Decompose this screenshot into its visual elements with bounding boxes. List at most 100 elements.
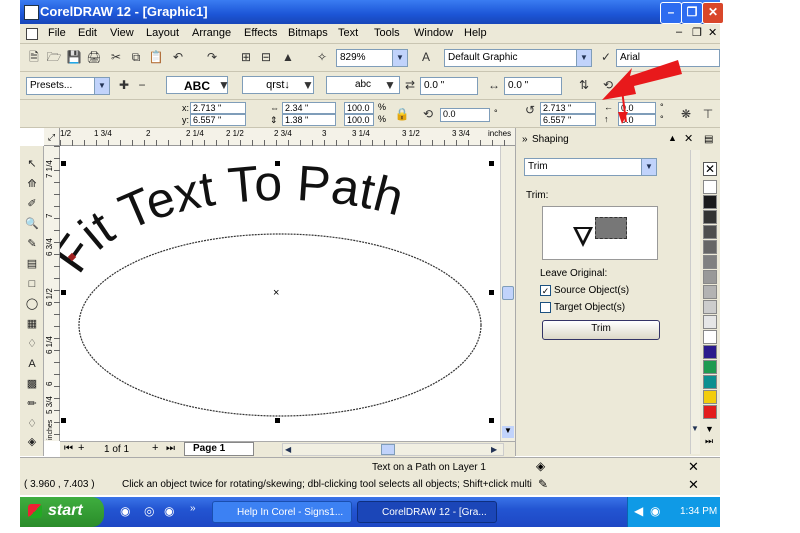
color-swatch[interactable] bbox=[703, 300, 717, 314]
selection-handle[interactable] bbox=[489, 161, 494, 166]
horizontal-ruler[interactable]: 1/2 1 3/4 2 2 1/4 2 1/2 2 3/4 3 3 1/4 3 … bbox=[60, 128, 515, 146]
tray-expand-icon[interactable]: ◀ bbox=[634, 504, 643, 518]
new-icon[interactable]: 🗎 bbox=[26, 49, 42, 65]
smart-fill-tool-icon[interactable]: ▤ bbox=[23, 256, 41, 273]
add-page-icon[interactable]: + bbox=[78, 442, 84, 454]
x-position-field[interactable]: 2.713 " bbox=[190, 102, 246, 114]
selection-handle[interactable] bbox=[61, 418, 66, 423]
color-swatch[interactable] bbox=[703, 315, 717, 329]
mirror-text-icon[interactable]: ⇅ bbox=[576, 77, 592, 93]
menu-window[interactable]: Window bbox=[414, 27, 453, 39]
color-swatch[interactable] bbox=[703, 345, 717, 359]
outline-tool-icon[interactable]: ♢ bbox=[23, 416, 41, 433]
color-swatch[interactable] bbox=[703, 180, 717, 194]
menu-bitmaps[interactable]: Bitmaps bbox=[288, 27, 328, 39]
drawing-canvas[interactable]: Fit Text To Path × bbox=[60, 146, 500, 441]
doc-minimize-button[interactable]: – bbox=[676, 26, 682, 38]
chevron-down-icon[interactable]: ▼ bbox=[94, 78, 109, 94]
menu-tools[interactable]: Tools bbox=[374, 27, 400, 39]
height-field[interactable]: 1.38 " bbox=[282, 114, 336, 126]
undo-icon[interactable]: ↶ bbox=[170, 49, 186, 65]
vertical-scrollbar[interactable]: ▼ bbox=[500, 146, 515, 441]
basic-shapes-tool-icon[interactable]: ♢ bbox=[23, 336, 41, 353]
vertical-ruler[interactable]: 7 1/4 7 6 3/4 6 1/2 6 1/4 6 5 3/4 inches bbox=[44, 146, 60, 441]
scroll-thumb[interactable] bbox=[502, 286, 514, 300]
color-swatch[interactable] bbox=[703, 240, 717, 254]
source-objects-checkbox[interactable]: ✓ bbox=[540, 285, 551, 296]
y2-field[interactable]: 6.557 " bbox=[540, 114, 596, 126]
doc-close-button[interactable]: ✕ bbox=[708, 26, 717, 39]
selection-handle[interactable] bbox=[489, 418, 494, 423]
interactive-blend-tool-icon[interactable]: ▩ bbox=[23, 376, 41, 393]
chevron-down-icon[interactable]: ▼ bbox=[216, 77, 232, 93]
presets-combo[interactable]: Presets... ▼ bbox=[26, 77, 110, 95]
fit-text-to-path[interactable]: Fit Text To Path bbox=[60, 155, 409, 282]
start-button[interactable]: start bbox=[20, 497, 104, 527]
scroll-right-icon[interactable]: ▶ bbox=[491, 445, 501, 455]
export-icon[interactable]: ⊟ bbox=[258, 49, 274, 65]
add-preset-icon[interactable]: ✚ bbox=[116, 77, 132, 93]
text-tool-icon[interactable]: A bbox=[23, 356, 41, 373]
quick-launch-expand-icon[interactable]: » bbox=[190, 503, 196, 514]
doc-restore-button[interactable]: ❐ bbox=[692, 26, 702, 39]
chevron-down-icon[interactable]: ▼ bbox=[576, 50, 591, 66]
menu-text[interactable]: Text bbox=[338, 27, 358, 39]
palette-scroll-end-icon[interactable]: ⏭ bbox=[705, 436, 713, 447]
last-page-icon[interactable]: ⏭ bbox=[166, 443, 175, 454]
add-page-after-icon[interactable]: + bbox=[152, 442, 158, 454]
cut-icon[interactable]: ✂ bbox=[108, 49, 124, 65]
ellipse-path[interactable] bbox=[78, 233, 482, 417]
zoom-tool-icon[interactable]: 🔍 bbox=[23, 216, 41, 233]
welcome-screen-icon[interactable]: ✧ bbox=[314, 49, 330, 65]
distance-from-path-field[interactable]: 0.0 " bbox=[420, 77, 478, 95]
freehand-tool-icon[interactable]: ✎ bbox=[23, 236, 41, 253]
fill-indicator-icon[interactable]: ◈ bbox=[536, 459, 545, 473]
ruler-origin-icon[interactable]: ⤢ bbox=[44, 128, 60, 146]
open-icon[interactable]: 🗁 bbox=[46, 49, 62, 65]
save-icon[interactable]: 💾 bbox=[66, 49, 82, 65]
selection-handle[interactable] bbox=[61, 161, 66, 166]
horizontal-offset-field[interactable]: 0.0 " bbox=[504, 77, 562, 95]
close-button[interactable]: ✕ bbox=[702, 2, 724, 24]
taskbar-item-help[interactable]: Help In Corel - Signs1... bbox=[212, 501, 352, 523]
polygon-tool-icon[interactable]: ▦ bbox=[23, 316, 41, 333]
eyedropper-tool-icon[interactable]: ✏ bbox=[23, 396, 41, 413]
palette-scroll-down-icon[interactable]: ▼ bbox=[705, 424, 714, 434]
quick-launch-media-icon[interactable]: ◉ bbox=[164, 504, 174, 518]
menu-edit[interactable]: Edit bbox=[78, 27, 97, 39]
first-page-icon[interactable]: ⏮ bbox=[64, 443, 73, 454]
docker-pin-icon[interactable]: ⊤ bbox=[700, 106, 716, 122]
color-swatch[interactable] bbox=[703, 390, 717, 404]
trim-button[interactable]: Trim bbox=[542, 320, 660, 340]
remove-preset-icon[interactable]: − bbox=[134, 77, 150, 93]
text-format-icon[interactable]: A bbox=[418, 49, 434, 65]
color-swatch[interactable] bbox=[703, 225, 717, 239]
zoom-level-combo[interactable]: 829% ▼ bbox=[336, 49, 408, 67]
print-icon[interactable]: 🖨 bbox=[86, 49, 102, 65]
color-swatch[interactable] bbox=[703, 375, 717, 389]
selection-handle[interactable] bbox=[275, 161, 280, 166]
scroll-thumb[interactable] bbox=[381, 444, 395, 455]
color-swatch[interactable] bbox=[703, 255, 717, 269]
quick-launch-ie-icon[interactable]: ◉ bbox=[120, 504, 130, 518]
rectangle-tool-icon[interactable]: □ bbox=[23, 276, 41, 293]
color-swatch[interactable] bbox=[703, 285, 717, 299]
chevron-down-icon[interactable]: ▼ bbox=[382, 77, 398, 93]
selection-handle[interactable] bbox=[275, 418, 280, 423]
ellipse-tool-icon[interactable]: ◯ bbox=[23, 296, 41, 313]
selection-handle[interactable] bbox=[61, 290, 66, 295]
document-icon[interactable] bbox=[26, 28, 38, 40]
minimize-button[interactable]: – bbox=[660, 2, 682, 24]
copy-icon[interactable]: ⧉ bbox=[128, 49, 144, 65]
palette-menu-icon[interactable]: ▤ bbox=[704, 134, 713, 145]
angle-field[interactable]: 0.0 bbox=[440, 108, 490, 122]
paste-icon[interactable]: 📋 bbox=[148, 49, 164, 65]
graphic-style-combo[interactable]: Default Graphic ▼ bbox=[444, 49, 592, 67]
fill-tool-icon[interactable]: ◈ bbox=[23, 434, 41, 451]
pick-tool-icon[interactable]: ↖ bbox=[23, 156, 41, 173]
scale-height-field[interactable]: 100.0 bbox=[344, 114, 374, 126]
color-swatch[interactable] bbox=[703, 270, 717, 284]
color-swatch[interactable] bbox=[703, 360, 717, 374]
no-color-swatch[interactable]: ✕ bbox=[703, 162, 717, 176]
color-swatch[interactable] bbox=[703, 330, 717, 344]
